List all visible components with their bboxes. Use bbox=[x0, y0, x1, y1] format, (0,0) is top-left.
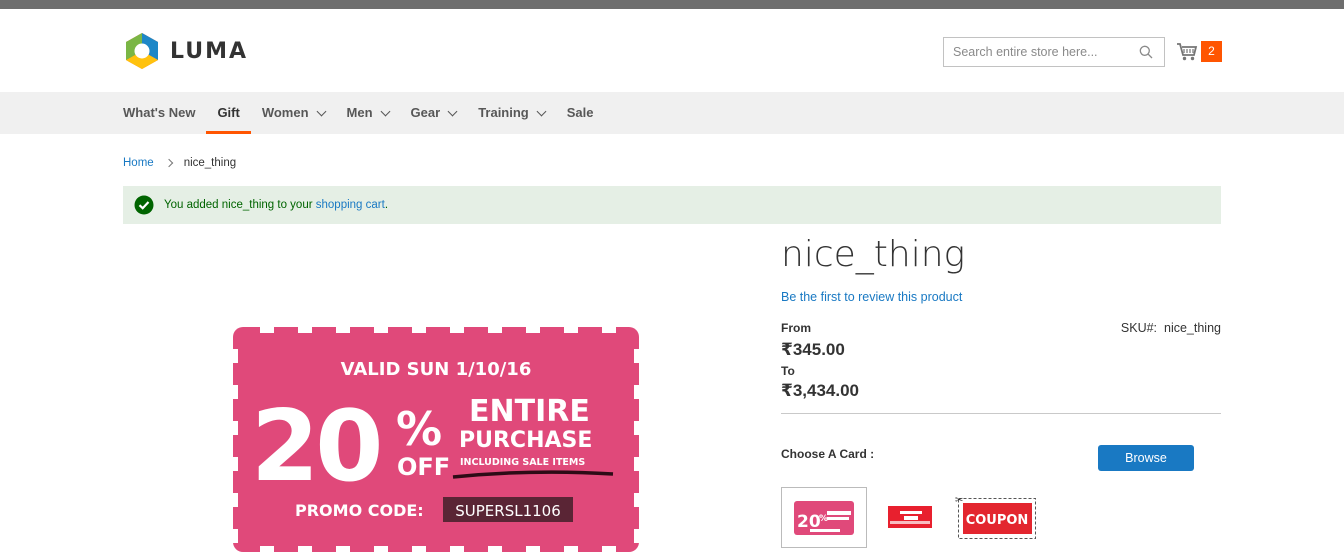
coupon-notch bbox=[602, 327, 616, 333]
price-to: ₹3,434.00 bbox=[781, 381, 860, 400]
coupon-notch bbox=[488, 546, 502, 552]
main-nav: What's New Gift Women Men Gear Training … bbox=[0, 92, 1344, 134]
card-thumbnail-2[interactable] bbox=[888, 506, 932, 528]
nav-label: Training bbox=[478, 105, 529, 120]
coupon-thumb-text: COUPON bbox=[966, 513, 1029, 528]
coupon-notch bbox=[412, 546, 426, 552]
coupon-notch bbox=[634, 457, 639, 471]
divider bbox=[781, 413, 1221, 414]
coupon-notch bbox=[233, 457, 238, 471]
choose-card-label: Choose A Card : bbox=[781, 447, 875, 461]
coupon-notch bbox=[412, 327, 426, 333]
coupon-notch bbox=[450, 327, 464, 333]
coupon-image: VALID SUN 1/10/16 20 % OFF ENTIRE PURCHA… bbox=[233, 327, 639, 552]
coupon-percent-sign: % bbox=[396, 402, 442, 456]
breadcrumb: Home nice_thing bbox=[123, 157, 236, 169]
success-message: You added nice_thing to your shopping ca… bbox=[123, 186, 1221, 224]
search-input[interactable] bbox=[944, 38, 1129, 66]
coupon-notch bbox=[233, 349, 238, 363]
coupon-notch bbox=[260, 327, 274, 333]
chevron-down-icon bbox=[536, 106, 547, 116]
nav-gear[interactable]: Gear bbox=[400, 92, 468, 134]
nav-label: Sale bbox=[566, 105, 594, 120]
nav-whats-new[interactable]: What's New bbox=[123, 92, 206, 134]
coupon-notch bbox=[233, 529, 238, 543]
coupon-notch bbox=[634, 421, 639, 435]
sku-value: nice_thing bbox=[1164, 321, 1221, 335]
shopping-cart-link[interactable]: shopping cart bbox=[316, 199, 385, 211]
coupon-notch bbox=[374, 546, 388, 552]
product-title: nice_thing bbox=[781, 234, 966, 275]
svg-text:%: % bbox=[819, 514, 828, 524]
coupon-purchase: PURCHASE bbox=[459, 428, 592, 453]
price-from: ₹345.00 bbox=[781, 340, 845, 359]
scissors-icon: ✂ bbox=[955, 495, 963, 506]
coupon-notch bbox=[634, 385, 639, 399]
price-from-label: From bbox=[781, 321, 811, 335]
coupon-percent: 20 bbox=[251, 390, 379, 504]
coupon-notch bbox=[488, 327, 502, 333]
coupon-notch bbox=[634, 493, 639, 507]
coupon-notch bbox=[298, 546, 312, 552]
luma-logo[interactable]: LUMA bbox=[123, 31, 248, 71]
browse-button[interactable]: Browse bbox=[1098, 445, 1194, 471]
sku-label: SKU#: bbox=[1120, 321, 1158, 335]
cart-count-badge[interactable]: 2 bbox=[1201, 41, 1222, 62]
card-thumbnail-3[interactable]: ✂ COUPON bbox=[955, 494, 1037, 540]
nav-label: Women bbox=[261, 105, 309, 120]
nav-training[interactable]: Training bbox=[467, 92, 556, 134]
coupon-notch bbox=[634, 349, 639, 363]
coupon-valid-text: VALID SUN 1/10/16 bbox=[341, 359, 532, 380]
nav-women[interactable]: Women bbox=[251, 92, 336, 134]
coupon-notch bbox=[564, 327, 578, 333]
price-to-label: To bbox=[781, 364, 795, 378]
nav-label: Men bbox=[346, 105, 373, 120]
nav-gift[interactable]: Gift bbox=[206, 92, 251, 134]
top-bar bbox=[0, 0, 1344, 9]
nav-sale[interactable]: Sale bbox=[556, 92, 605, 134]
coupon-notch bbox=[602, 546, 616, 552]
coupon-notch bbox=[526, 546, 540, 552]
coupon-promo-label: PROMO CODE: bbox=[295, 501, 424, 520]
coupon-notch bbox=[233, 421, 238, 435]
coupon-notch bbox=[336, 327, 350, 333]
search-box[interactable] bbox=[943, 37, 1165, 67]
breadcrumb-home-link[interactable]: Home bbox=[123, 157, 154, 169]
coupon-notch bbox=[374, 327, 388, 333]
coupon-notch bbox=[526, 327, 540, 333]
review-link[interactable]: Be the first to review this product bbox=[781, 290, 962, 304]
search-icon[interactable] bbox=[1139, 45, 1153, 59]
chevron-right-icon bbox=[164, 158, 173, 168]
coupon-notch bbox=[233, 385, 238, 399]
coupon-notch bbox=[634, 529, 639, 543]
cart-icon[interactable] bbox=[1176, 40, 1198, 62]
coupon-notch bbox=[336, 546, 350, 552]
coupon-notch bbox=[450, 546, 464, 552]
card-thumbnail-image: 20 % bbox=[794, 500, 854, 535]
chevron-down-icon bbox=[447, 106, 458, 116]
coupon-promo-code: SUPERSL1106 bbox=[455, 502, 561, 520]
nav-label: Gear bbox=[410, 105, 441, 120]
coupon-off: OFF bbox=[397, 453, 450, 481]
sku: SKU#: nice_thing bbox=[1121, 321, 1221, 335]
coupon-entire: ENTIRE bbox=[469, 394, 590, 429]
chevron-down-icon bbox=[380, 106, 390, 116]
chevron-down-icon bbox=[316, 106, 326, 116]
nav-label: Gift bbox=[217, 105, 240, 120]
message-period: . bbox=[384, 199, 389, 211]
breadcrumb-current: nice_thing bbox=[183, 157, 237, 169]
logo-text: LUMA bbox=[170, 38, 249, 64]
checkmark-icon bbox=[134, 195, 154, 215]
coupon-notch bbox=[233, 493, 238, 507]
coupon-notch bbox=[260, 546, 274, 552]
coupon-notch bbox=[564, 546, 578, 552]
card-thumbnail-1[interactable]: 20 % bbox=[781, 487, 867, 548]
luma-logo-icon bbox=[126, 33, 158, 69]
message-text: You added nice_thing to your bbox=[164, 199, 316, 211]
coupon-notch bbox=[298, 327, 312, 333]
coupon-including: INCLUDING SALE ITEMS bbox=[460, 457, 585, 468]
nav-label: What's New bbox=[123, 105, 196, 120]
nav-men[interactable]: Men bbox=[336, 92, 400, 134]
